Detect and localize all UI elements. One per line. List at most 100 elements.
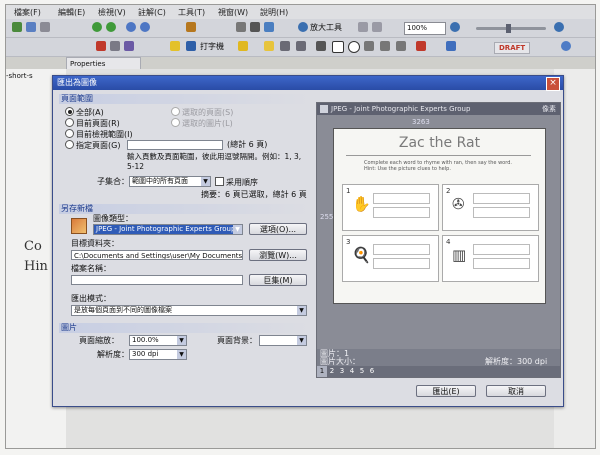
dest-folder-input[interactable]: C:\Documents and Settings\user\My Docume… — [71, 250, 243, 260]
chevron-down-icon[interactable]: ▼ — [177, 350, 186, 359]
can-icon: ▥ — [452, 246, 467, 264]
radio-selected-pages: 選取的頁面(S) — [171, 107, 233, 118]
radio-specified-pages[interactable]: 指定頁面(G) — [65, 140, 120, 151]
draft-stamp-button[interactable]: DRAFT — [494, 42, 531, 54]
chevron-down-icon[interactable]: ▼ — [177, 336, 186, 345]
radio-current-view[interactable]: 目前檢視範圍(I) — [65, 129, 133, 140]
menu-window[interactable]: 視窗(W) — [218, 7, 248, 18]
page-2[interactable]: 2 — [327, 366, 337, 377]
export-image-dialog: 匯出為圖像 × 頁面範圍 全部(A) 目前頁面(R) 目前檢視範圍(I) 指定頁… — [52, 75, 564, 407]
menu-tools[interactable]: 工具(T) — [178, 7, 205, 18]
stamp-icon[interactable] — [96, 41, 106, 51]
attach-icon[interactable] — [110, 41, 120, 51]
page-6[interactable]: 6 — [367, 366, 377, 377]
zoom-in-icon[interactable] — [554, 22, 564, 32]
close-icon[interactable]: × — [546, 77, 560, 91]
radio-button[interactable] — [65, 129, 74, 138]
page-range-hint: 輸入頁數及頁面範圍，彼此用逗號隔開。例如：1, 3, 5-12 — [127, 152, 302, 171]
text-box-icon[interactable] — [264, 41, 274, 51]
underline-icon[interactable] — [280, 41, 290, 51]
print-icon[interactable] — [40, 22, 50, 32]
menu-edit[interactable]: 編輯(E) — [58, 7, 85, 18]
zoom-tool-label[interactable]: 放大工具 — [310, 21, 342, 34]
chevron-down-icon[interactable]: ▼ — [233, 225, 242, 234]
page-background-select[interactable]: ▼ — [259, 335, 307, 346]
pencil-icon[interactable] — [396, 41, 406, 51]
hand-icon[interactable] — [236, 22, 246, 32]
radio-current-page[interactable]: 目前頁面(R) — [65, 118, 120, 129]
page-4[interactable]: 4 — [347, 366, 357, 377]
subset-select[interactable]: 範圍中的所有頁面 ▼ — [129, 176, 211, 187]
page-3[interactable]: 3 — [337, 366, 347, 377]
chevron-down-icon[interactable]: ▼ — [297, 306, 306, 315]
typewriter-label[interactable]: 打字機 — [200, 40, 224, 53]
preview-pane: JPEG - Joint Photographic Experts Group … — [316, 102, 561, 378]
menu-help[interactable]: 說明(H) — [260, 7, 288, 18]
radio-button[interactable] — [65, 107, 74, 116]
zoom-slider-knob[interactable] — [506, 24, 511, 33]
menu-file[interactable]: 檔案(F) — [14, 7, 41, 18]
measure-icon[interactable] — [446, 41, 456, 51]
export-mode-label: 匯出模式： — [71, 294, 111, 303]
cloud-icon[interactable] — [380, 41, 390, 51]
radio-all[interactable]: 全部(A) — [65, 107, 104, 118]
zoom-out-icon[interactable] — [450, 22, 460, 32]
select-text-icon[interactable] — [250, 22, 260, 32]
dialog-title: 匯出為圖像 — [53, 76, 563, 90]
reverse-order-checkbox[interactable]: 采用順序 — [215, 177, 258, 188]
export-mode-select[interactable]: 是放每個頁面到不同的圖像檔案 ▼ — [71, 305, 307, 316]
forward-icon[interactable] — [106, 22, 116, 32]
page-range-input[interactable] — [127, 140, 223, 150]
fit-width-icon[interactable] — [372, 22, 382, 32]
zoom-icon[interactable] — [298, 22, 308, 32]
open-icon[interactable] — [12, 22, 22, 32]
export-button[interactable]: 匯出(E) — [416, 385, 476, 397]
save-icon[interactable] — [26, 22, 36, 32]
zoom-slider[interactable] — [476, 27, 546, 30]
cancel-button[interactable]: 取消 — [486, 385, 546, 397]
pen-color-icon[interactable] — [416, 41, 426, 51]
filename-input[interactable] — [71, 275, 243, 285]
typewriter-icon[interactable] — [186, 41, 196, 51]
preview-page: Zac the Rat Complete each word to rhyme … — [333, 128, 546, 304]
zoom-field[interactable]: 100% — [404, 22, 446, 35]
link-icon[interactable] — [124, 41, 134, 51]
rectangle-icon[interactable] — [332, 41, 344, 53]
options-button[interactable]: 選項(O)... — [249, 223, 307, 235]
image-type-select[interactable]: JPEG - Joint Photographic Experts Group ▼ — [93, 224, 243, 235]
note-icon[interactable] — [170, 41, 180, 51]
fit-page-icon[interactable] — [358, 22, 368, 32]
resolution-select[interactable]: 300 dpi ▼ — [129, 349, 187, 360]
page-zoom-select[interactable]: 100.0% ▼ — [129, 335, 187, 346]
snapshot-icon[interactable] — [264, 22, 274, 32]
worksheet-cell: 3 🍳 — [342, 235, 439, 282]
rotate-icon[interactable] — [186, 22, 196, 32]
back-icon[interactable] — [92, 22, 102, 32]
next-page-icon[interactable] — [140, 22, 150, 32]
help-icon[interactable] — [561, 41, 571, 51]
prev-page-icon[interactable] — [126, 22, 136, 32]
menu-view[interactable]: 檢視(V) — [98, 7, 126, 18]
radio-button[interactable] — [65, 118, 74, 127]
page-5[interactable]: 5 — [357, 366, 367, 377]
checkbox[interactable] — [215, 177, 224, 186]
answer-box — [473, 244, 530, 255]
worksheet-cell: 2 ✇ — [442, 184, 539, 231]
line-icon[interactable] — [316, 41, 326, 51]
strikeout-icon[interactable] — [296, 41, 306, 51]
chevron-down-icon[interactable]: ▼ — [297, 336, 306, 345]
browse-button[interactable]: 瀏覽(W)... — [249, 249, 307, 261]
page-1[interactable]: 1 — [317, 366, 327, 377]
divider — [346, 155, 531, 156]
polygon-icon[interactable] — [364, 41, 374, 51]
radio-button[interactable] — [65, 140, 74, 149]
highlight-icon[interactable] — [238, 41, 248, 51]
subset-label: 子集合： — [97, 177, 129, 186]
menu-comment[interactable]: 註解(C) — [138, 7, 166, 18]
naming-macro-button[interactable]: 巨集(M) — [249, 274, 307, 286]
answer-box — [473, 193, 530, 204]
radio-current-view-label: 目前檢視範圍(I) — [76, 130, 133, 139]
chevron-down-icon[interactable]: ▼ — [201, 177, 210, 186]
toolbar-main: 放大工具 100% — [6, 19, 595, 38]
ellipse-icon[interactable] — [348, 41, 360, 53]
